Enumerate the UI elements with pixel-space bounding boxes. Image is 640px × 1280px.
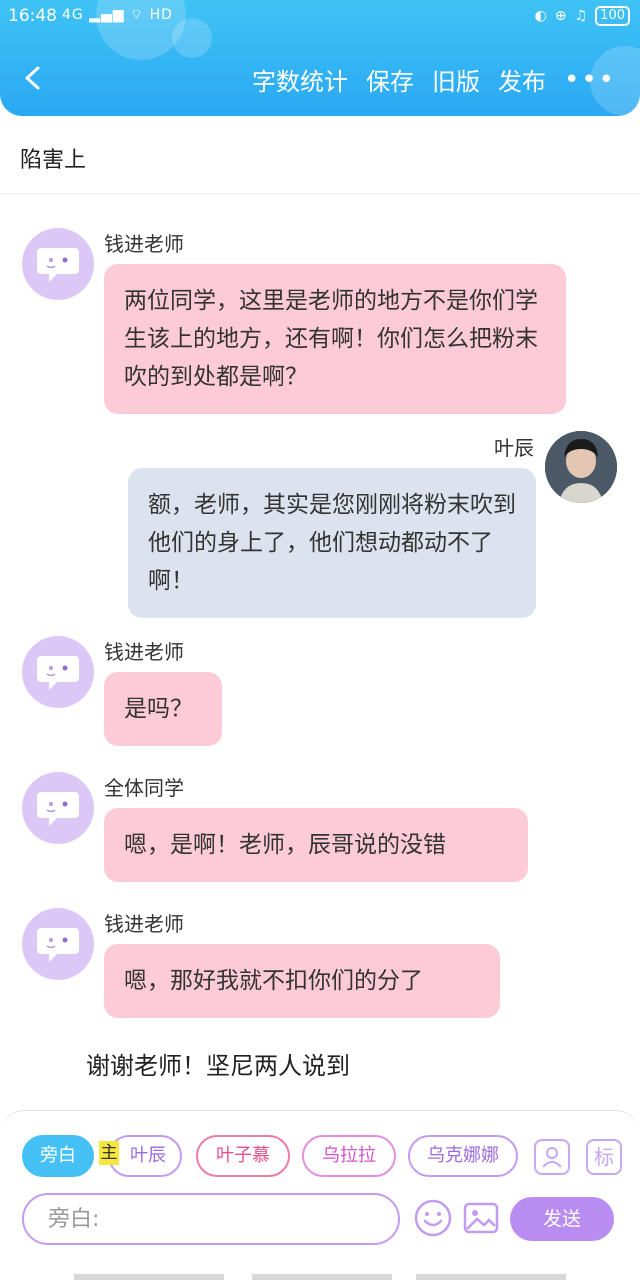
- status-time: 16:48: [8, 6, 57, 26]
- more-icon[interactable]: •••: [564, 67, 616, 93]
- chat-bubble-icon: [37, 928, 79, 962]
- back-arrow-icon[interactable]: [22, 66, 46, 90]
- message-bubble[interactable]: 额，老师，其实是您刚刚将粉末吹到他们的身上了，他们想动都动不了啊！: [128, 468, 536, 618]
- chat-bubble-icon: [37, 792, 79, 826]
- message-bubble[interactable]: 是吗？: [104, 672, 222, 746]
- battery-icon: 100: [595, 6, 630, 26]
- avatar[interactable]: [22, 228, 94, 300]
- character-manage-icon[interactable]: [534, 1139, 570, 1175]
- header-actions: 字数统计 保存 旧版 发布 •••: [252, 62, 616, 97]
- message-bubble[interactable]: 两位同学，这里是老师的地方不是你们学生该上的地方，还有啊！你们怎么把粉末吹的到处…: [104, 264, 566, 414]
- host-badge: 主: [99, 1141, 119, 1165]
- story-title: 陷害上: [20, 148, 87, 173]
- role-chip-ye-zimu[interactable]: 叶子慕: [196, 1135, 290, 1177]
- sender-name: 钱进老师: [104, 640, 184, 664]
- mark-button[interactable]: 标: [586, 1139, 622, 1175]
- emoji-icon[interactable]: [414, 1199, 452, 1237]
- home-indicator: [416, 1274, 566, 1280]
- signal-icon: 4G ▂▄▆ ⌔ HD: [62, 7, 173, 23]
- person-icon: [542, 1147, 562, 1168]
- story-title-bar: 陷害上: [0, 116, 640, 194]
- status-bar: 16:48 4G ▂▄▆ ⌔ HD ◐ ⊕ ♫ 100: [0, 6, 640, 30]
- sender-name: 全体同学: [104, 776, 184, 800]
- composer-panel: 旁白 叶辰 主 叶子慕 乌拉拉 乌克娜娜 标 发送: [0, 1110, 640, 1280]
- user-photo: [545, 431, 617, 503]
- save-button[interactable]: 保存: [366, 62, 414, 97]
- message-input[interactable]: [22, 1193, 400, 1245]
- status-right: ◐ ⊕ ♫ 100: [535, 6, 630, 26]
- avatar[interactable]: [22, 908, 94, 980]
- avatar[interactable]: [545, 431, 617, 503]
- top-app-bar: 16:48 4G ▂▄▆ ⌔ HD ◐ ⊕ ♫ 100 字数统计 保存 旧版 发…: [0, 0, 640, 116]
- role-chip-wukenana[interactable]: 乌克娜娜: [408, 1135, 518, 1177]
- role-chip-narrator[interactable]: 旁白: [22, 1135, 94, 1177]
- headphone-icon: ♫: [574, 8, 588, 24]
- sender-name: 叶辰: [494, 436, 534, 460]
- home-indicator: [74, 1274, 224, 1280]
- chat-bubble-icon: [37, 656, 79, 690]
- chat-bubble-icon: [37, 248, 79, 282]
- lock-icon: ⊕: [554, 8, 567, 24]
- sync-icon: ◐: [534, 8, 547, 24]
- home-indicator: [252, 1274, 392, 1280]
- image-icon[interactable]: [462, 1199, 500, 1237]
- publish-button[interactable]: 发布: [498, 62, 546, 97]
- role-chip-ye-chen[interactable]: 叶辰: [108, 1135, 182, 1177]
- message-bubble[interactable]: 嗯，那好我就不扣你们的分了: [104, 944, 500, 1018]
- avatar[interactable]: [22, 636, 94, 708]
- role-chip-wulala[interactable]: 乌拉拉: [302, 1135, 396, 1177]
- network-type: 4G: [62, 7, 84, 23]
- message-bubble[interactable]: 嗯，是啊！老师，辰哥说的没错: [104, 808, 528, 882]
- sender-name: 钱进老师: [104, 912, 184, 936]
- sender-name: 钱进老师: [104, 232, 184, 256]
- narration-text[interactable]: 谢谢老师！坚尼两人说到: [86, 1046, 350, 1081]
- word-count-button[interactable]: 字数统计: [252, 62, 348, 97]
- avatar[interactable]: [22, 772, 94, 844]
- old-version-button[interactable]: 旧版: [432, 62, 480, 97]
- send-button[interactable]: 发送: [510, 1197, 614, 1241]
